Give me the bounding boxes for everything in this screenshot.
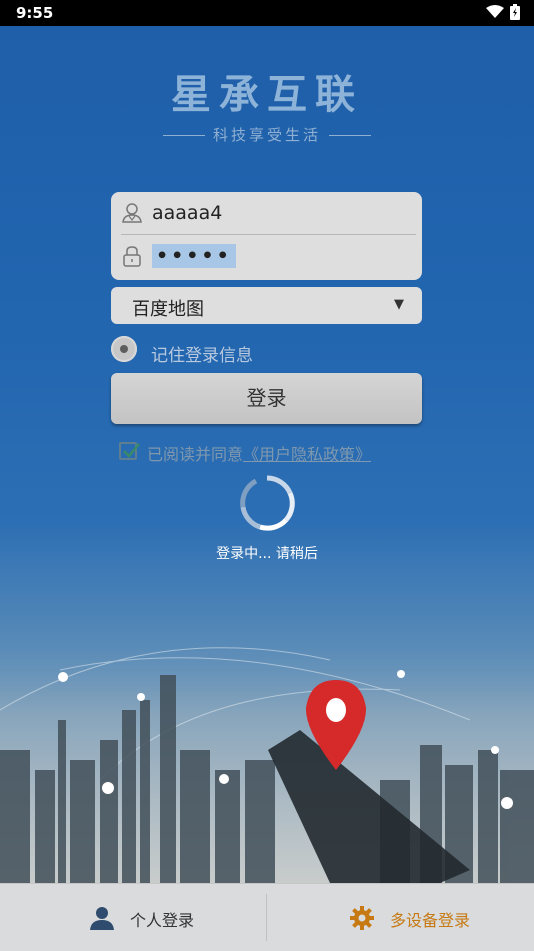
dropdown-arrow-icon: ▼ [394,297,404,312]
lock-icon [123,246,141,267]
remember-label: 记住登录信息 [151,346,253,366]
login-button[interactable]: 登录 [111,373,422,424]
agree-text: 已阅读并同意 [147,445,244,464]
remember-login-option[interactable]: 记住登录信息 [111,336,311,366]
map-provider-select[interactable]: 百度地图 ▼ [111,287,422,324]
privacy-checkbox[interactable] [119,442,140,460]
check-icon [123,443,140,458]
tab-multi-device-login[interactable]: 多设备登录 [267,884,534,951]
bottom-login-tabs: 个人登录 多设备登录 [0,883,534,951]
loading-spinner-icon [240,475,295,531]
brand-title: 星承互联 [171,71,363,118]
tab-personal-login[interactable]: 个人登录 [0,884,266,951]
status-time: 9:55 [16,4,54,22]
tab-personal-login-label: 个人登录 [130,911,195,930]
tab-multi-device-login-label: 多设备登录 [390,911,471,930]
login-form: aaaaa4 ••••• [111,192,422,280]
person-icon [90,907,114,930]
password-field[interactable]: ••••• [111,235,422,277]
privacy-agreement: 已阅读并同意《用户隐私政策》 [119,440,439,464]
username-value: aaaaa4 [152,202,223,224]
privacy-policy-link[interactable]: 《用户隐私政策》 [243,445,371,464]
user-icon [122,203,142,223]
remember-radio[interactable] [111,336,137,362]
city-skyline-illustration [0,600,534,883]
wifi-icon [486,5,504,18]
username-field[interactable]: aaaaa4 [111,192,422,234]
loading-text: 登录中... 请稍后 [216,546,318,562]
map-provider-value: 百度地图 [132,299,204,320]
gear-icon [350,906,374,930]
battery-icon [510,4,520,20]
password-value: ••••• [152,244,236,268]
brand-slogan: 科技享受生活 [0,124,534,145]
status-bar: 9:55 [0,0,534,26]
